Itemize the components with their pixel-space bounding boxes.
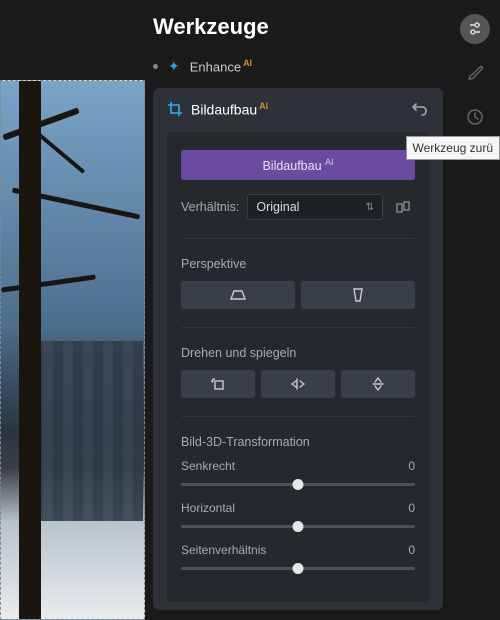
slider-track[interactable]	[181, 561, 415, 575]
ratio-select[interactable]: Original ⇅	[247, 194, 383, 220]
rotate-title: Drehen und spiegeln	[181, 346, 415, 360]
undo-icon[interactable]	[411, 100, 429, 118]
bildaufbau-button[interactable]: Bildaufbau AI	[181, 150, 415, 180]
perspective-horizontal-button[interactable]	[181, 281, 295, 309]
bullet-icon	[153, 64, 158, 69]
enhance-row[interactable]: ✦ EnhanceAI	[153, 58, 252, 75]
sparkle-icon: ✦	[168, 58, 180, 75]
slider-senkrecht: Senkrecht 0	[181, 459, 415, 491]
history-icon[interactable]	[460, 102, 490, 132]
settings-icon[interactable]	[460, 14, 490, 44]
slider-value: 0	[408, 543, 415, 557]
panel-title: Bildaufbau	[191, 101, 257, 117]
brush-icon[interactable]	[460, 58, 490, 88]
perspective-vertical-button[interactable]	[301, 281, 415, 309]
bildaufbau-section: Bildaufbau AI Verhältnis: Original ⇅	[181, 150, 415, 220]
ratio-label: Verhältnis:	[181, 200, 239, 214]
rotate-left-button[interactable]	[181, 370, 255, 398]
orientation-toggle[interactable]	[391, 195, 415, 219]
slider-seitenverhältnis: Seitenverhältnis 0	[181, 543, 415, 575]
slider-label: Seitenverhältnis	[181, 543, 266, 557]
transform-3d-section: Bild-3D-Transformation Senkrecht0Horizon…	[181, 435, 415, 585]
image-canvas[interactable]	[0, 80, 145, 620]
enhance-label: Enhance	[190, 60, 241, 75]
slider-track[interactable]	[181, 477, 415, 491]
slider-value: 0	[408, 501, 415, 515]
transform-3d-title: Bild-3D-Transformation	[181, 435, 415, 449]
slider-label: Senkrecht	[181, 459, 235, 473]
reset-tool-tooltip: Werkzeug zurü	[406, 136, 500, 160]
rotate-section: Drehen und spiegeln	[181, 346, 415, 398]
ai-badge: AI	[259, 101, 268, 111]
crop-panel: BildaufbauAI Bildaufbau AI Verhältnis: O…	[153, 88, 443, 610]
slider-track[interactable]	[181, 519, 415, 533]
crop-icon	[167, 101, 183, 117]
flip-vertical-button[interactable]	[341, 370, 415, 398]
slider-horizontal: Horizontal 0	[181, 501, 415, 533]
slider-value: 0	[408, 459, 415, 473]
ai-badge: AI	[243, 58, 252, 68]
slider-label: Horizontal	[181, 501, 235, 515]
perspective-section: Perspektive	[181, 257, 415, 309]
chevron-updown-icon: ⇅	[366, 202, 374, 213]
ratio-value: Original	[256, 200, 299, 214]
perspective-title: Perspektive	[181, 257, 415, 271]
page-title: Werkzeuge	[153, 14, 269, 40]
flip-horizontal-button[interactable]	[261, 370, 335, 398]
